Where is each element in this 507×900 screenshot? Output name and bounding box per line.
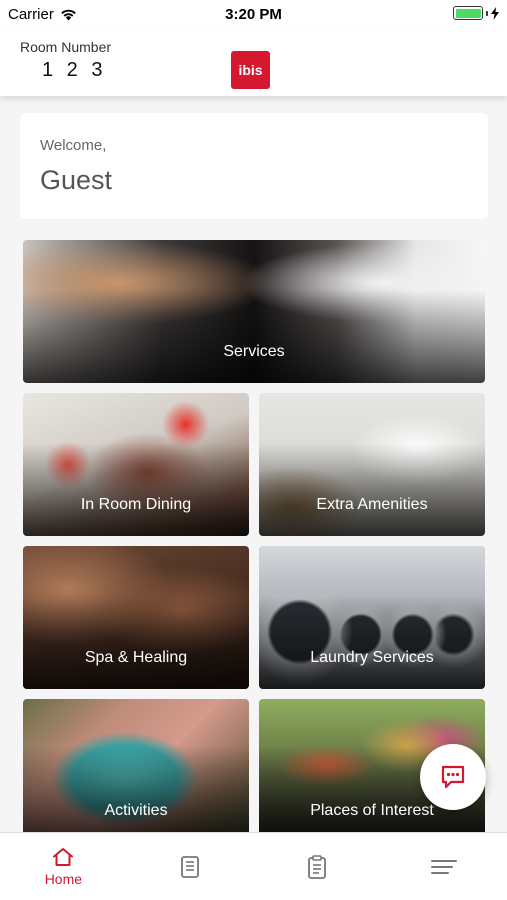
bottom-tab-bar: Home <box>0 832 507 900</box>
tile-label: Services <box>223 343 285 360</box>
tile-label: Laundry Services <box>310 649 434 666</box>
chat-button[interactable] <box>420 744 486 810</box>
tile-laundry-services[interactable]: Laundry Services <box>259 546 485 689</box>
home-icon <box>53 847 74 866</box>
battery-icon <box>453 6 483 20</box>
guest-name: Guest <box>40 165 113 195</box>
room-number-value: 1 2 3 <box>42 59 107 81</box>
tab-menu[interactable] <box>380 833 507 900</box>
status-bar: Carrier 3:20 PM <box>0 0 507 30</box>
notebook-icon <box>181 855 200 878</box>
chat-icon <box>441 765 465 789</box>
clipboard-icon <box>307 854 326 879</box>
tab-home-label: Home <box>44 870 83 887</box>
tab-directory[interactable] <box>127 833 254 900</box>
tab-requests[interactable] <box>254 833 381 900</box>
hotel-logo: ibis <box>231 51 270 89</box>
welcome-greeting: Welcome, <box>40 137 107 154</box>
status-time: 3:20 PM <box>225 6 282 23</box>
tile-label: Spa & Healing <box>84 649 188 666</box>
battery-indicator <box>453 6 499 20</box>
tile-label: Extra Amenities <box>316 496 428 513</box>
app-header: Room Number 1 2 3 ibis <box>0 30 507 96</box>
tile-in-room-dining[interactable]: In Room Dining <box>23 393 249 536</box>
welcome-card: Welcome, Guest <box>20 113 488 219</box>
tile-spa-healing[interactable]: Spa & Healing <box>23 546 249 689</box>
room-number-label: Room Number <box>20 39 112 55</box>
tile-services[interactable]: Services <box>23 240 485 383</box>
tile-activities[interactable]: Activities <box>23 699 249 832</box>
logo-text: ibis <box>238 62 263 78</box>
charging-bolt-icon <box>491 6 499 20</box>
menu-icon <box>430 859 457 874</box>
tab-home[interactable]: Home <box>0 833 127 900</box>
tile-label: In Room Dining <box>80 496 192 513</box>
tile-label: Activities <box>104 802 168 819</box>
tile-extra-amenities[interactable]: Extra Amenities <box>259 393 485 536</box>
